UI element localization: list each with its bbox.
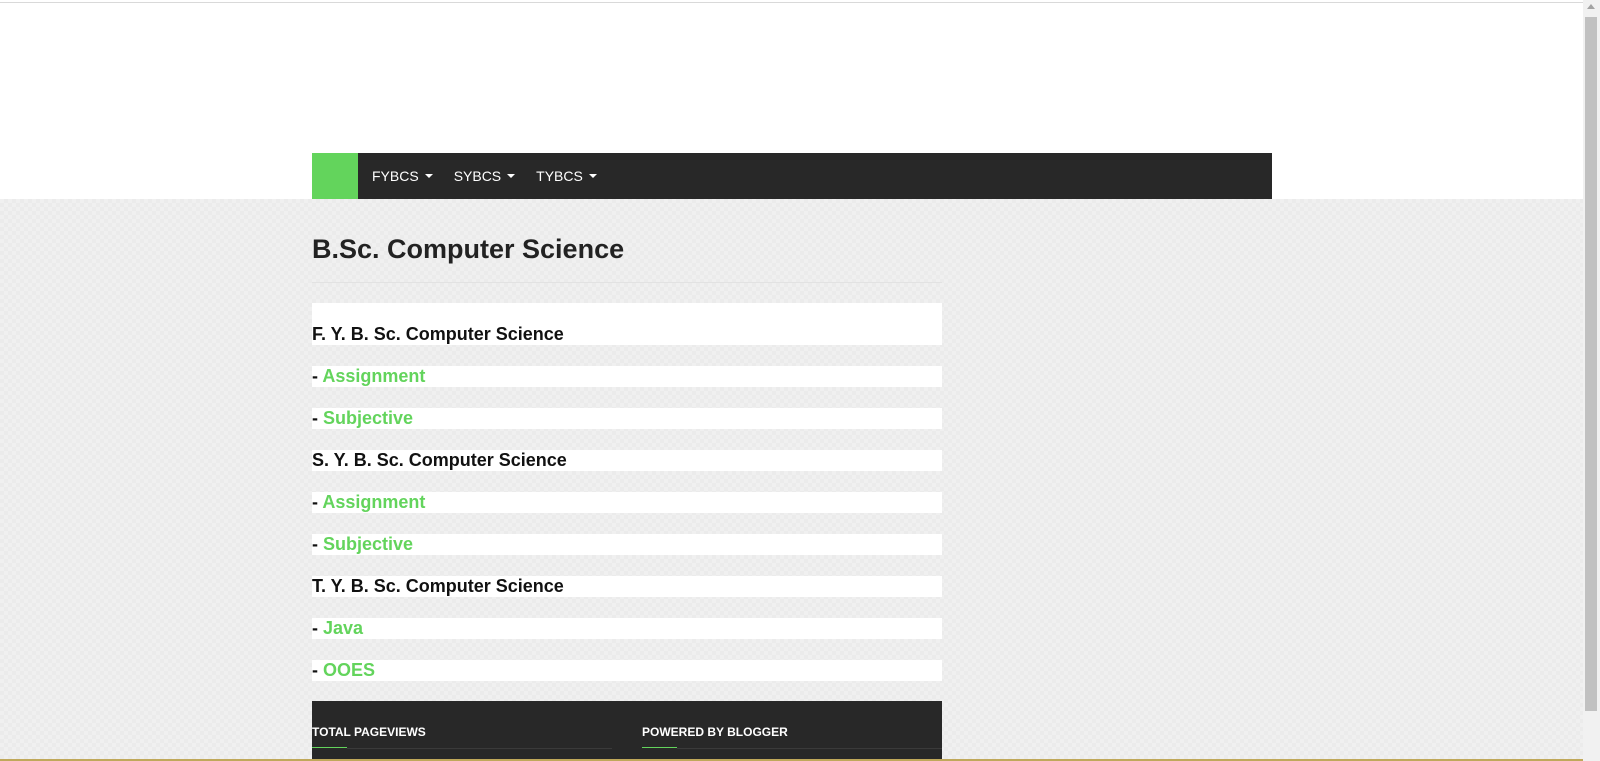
page-title: B.Sc. Computer Science — [312, 234, 625, 264]
scrollbar-thumb[interactable] — [1585, 17, 1597, 711]
nav-item-label: SYBCS — [453, 168, 502, 184]
powered-by-title: POWERED BY BLOGGER — [642, 725, 788, 739]
powered-underline — [642, 747, 677, 748]
list-item: - Assignment — [312, 492, 942, 513]
pageviews-underline — [312, 747, 347, 748]
nav-item-tybcs[interactable]: TYBCS — [536, 168, 597, 184]
main-navigation: FYBCS SYBCS TYBCS — [312, 153, 1272, 199]
link-prefix: - — [312, 660, 323, 680]
link-prefix: - — [312, 366, 323, 386]
list-item: - OOES — [312, 660, 942, 681]
total-pageviews-title: TOTAL PAGEVIEWS — [312, 725, 426, 739]
title-divider — [312, 282, 942, 283]
ty-ooes-link[interactable]: OOES — [323, 660, 375, 680]
link-prefix: - — [312, 618, 323, 638]
list-item: - Subjective — [312, 534, 942, 555]
nav-item-sybcs[interactable]: SYBCS — [453, 168, 516, 184]
ty-java-link[interactable]: Java — [323, 618, 363, 638]
fy-assignment-link[interactable]: Assignment — [322, 366, 425, 386]
section-heading-sy: S. Y. B. Sc. Computer Science — [312, 450, 942, 471]
vertical-scrollbar[interactable] — [1583, 0, 1600, 761]
list-item: - Assignment — [312, 366, 942, 387]
caret-down-icon — [507, 174, 516, 178]
home-button[interactable] — [312, 153, 358, 199]
section-heading-fy: F. Y. B. Sc. Computer Science — [312, 303, 942, 345]
powered-rule — [677, 748, 942, 749]
post-body: F. Y. B. Sc. Computer Science - Assignme… — [312, 303, 942, 702]
sy-subjective-link[interactable]: Subjective — [323, 534, 413, 554]
link-prefix: - — [312, 534, 323, 554]
caret-down-icon — [588, 174, 597, 178]
footer: TOTAL PAGEVIEWS POWERED BY BLOGGER — [312, 701, 942, 761]
sy-assignment-link[interactable]: Assignment — [322, 492, 425, 512]
fy-subjective-link[interactable]: Subjective — [323, 408, 413, 428]
nav-item-label: TYBCS — [536, 168, 583, 184]
list-item: - Subjective — [312, 408, 942, 429]
nav-item-fybcs[interactable]: FYBCS — [372, 168, 433, 184]
pageviews-rule — [347, 748, 612, 749]
link-prefix: - — [312, 492, 323, 512]
link-prefix: - — [312, 408, 323, 428]
caret-down-icon — [424, 174, 433, 178]
list-item: - Java — [312, 618, 942, 639]
nav-item-label: FYBCS — [372, 168, 419, 184]
section-heading-ty: T. Y. B. Sc. Computer Science — [312, 576, 942, 597]
scroll-up-icon[interactable] — [1587, 4, 1595, 9]
